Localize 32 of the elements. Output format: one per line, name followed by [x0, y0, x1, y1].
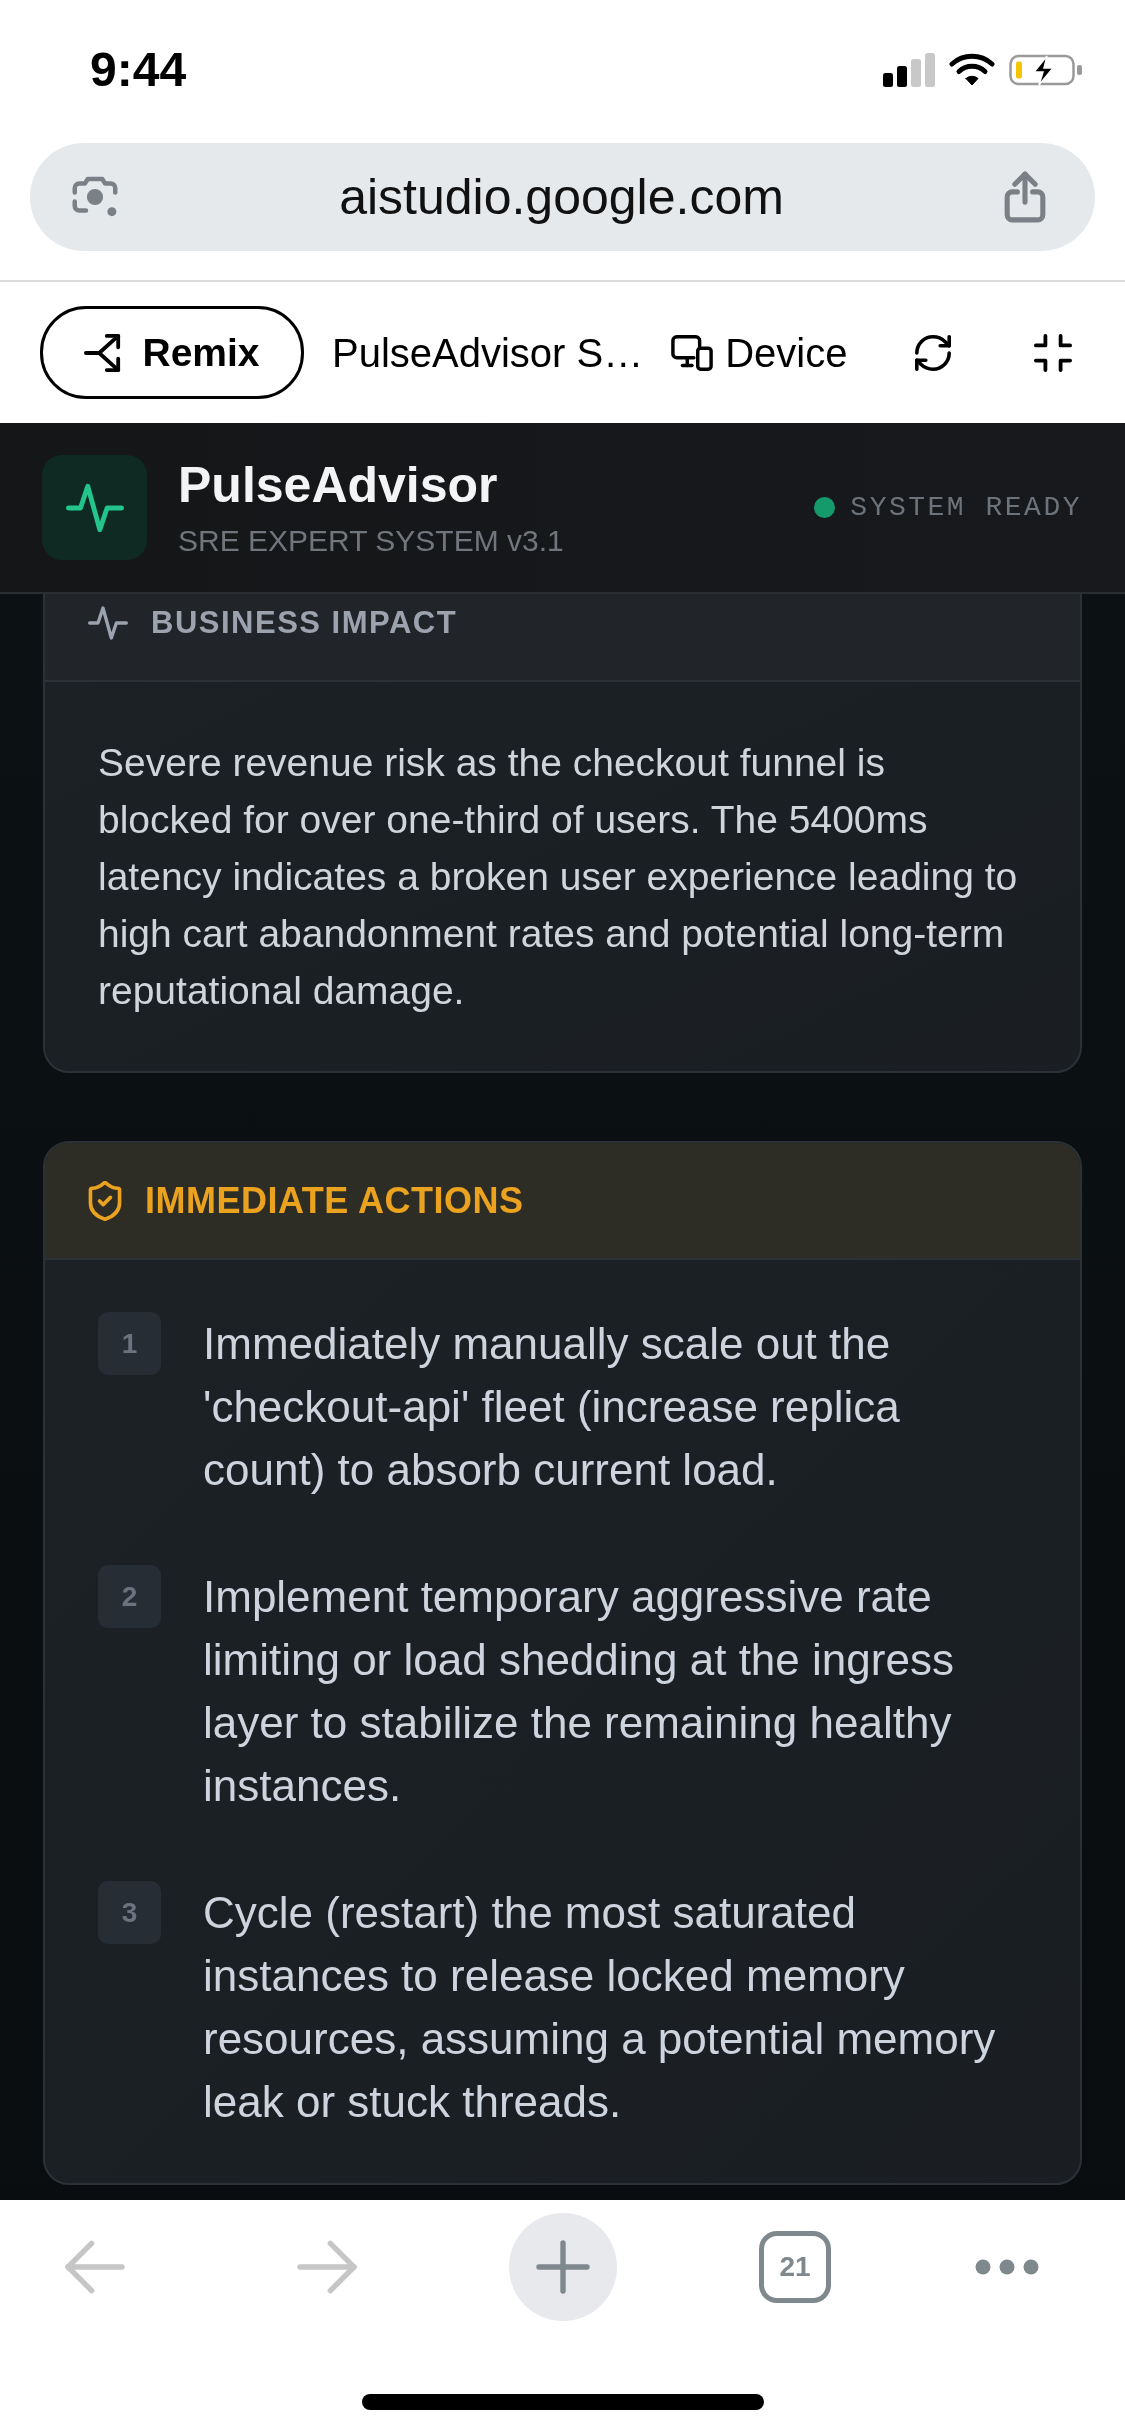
url-text[interactable]: aistudio.google.com: [122, 172, 1001, 222]
split-arrow-icon: [84, 333, 123, 372]
app-subtitle: SRE EXPERT SYSTEM v3.1: [178, 522, 564, 559]
app-name: PulseAdvisor: [178, 455, 499, 515]
battery-icon: [1009, 53, 1083, 87]
refresh-icon[interactable]: [915, 334, 951, 371]
action-text: Cycle (restart) the most saturated instances to release locked memory resources, assuming a potential memory leak or stuck threads.: [203, 1887, 997, 2128]
more-button[interactable]: [973, 2257, 1041, 2277]
devices-icon: [671, 333, 714, 372]
app-title: PulseAdvisor S…: [332, 332, 644, 373]
step-number: 1: [98, 1312, 161, 1375]
action-text: Immediately manually scale out the 'checkout-api' fleet (increase replica count) to absorb current load.: [203, 1318, 901, 1496]
step-number: 2: [98, 1565, 161, 1628]
more-dots-icon: [973, 2258, 1041, 2276]
section-title: IMMEDIATE ACTIONS: [145, 1182, 524, 1219]
collapse-icon[interactable]: [1034, 333, 1072, 372]
wifi-icon: [949, 53, 995, 87]
step-number: 3: [98, 1881, 161, 1944]
plus-icon: [536, 2240, 590, 2294]
shield-check-icon: [88, 1180, 122, 1221]
pulse-icon: [88, 604, 128, 641]
pulse-logo-icon: [42, 455, 147, 560]
status-text: SYSTEM READY: [850, 493, 1082, 522]
tab-count-button[interactable]: 21: [759, 2231, 831, 2303]
address-bar[interactable]: aistudio.google.com: [30, 143, 1095, 251]
impact-description: Severe revenue risk as the checkout funnel is blocked for over one-third of users. The 5400ms latency indicates a broken user experience leading to high cart abandonment rates and potential long-term reputational damage.: [98, 740, 1019, 1014]
signal-icon: [883, 53, 935, 87]
status-time: 9:44: [90, 46, 187, 94]
device-button[interactable]: Device: [671, 332, 848, 373]
action-text: Implement temporary aggressive rate limiting or load shedding at the ingress layer to stabilize the remaining healthy instances.: [203, 1571, 955, 1812]
remix-button[interactable]: Remix: [40, 306, 304, 399]
section-title: BUSINESS IMPACT: [151, 607, 458, 638]
